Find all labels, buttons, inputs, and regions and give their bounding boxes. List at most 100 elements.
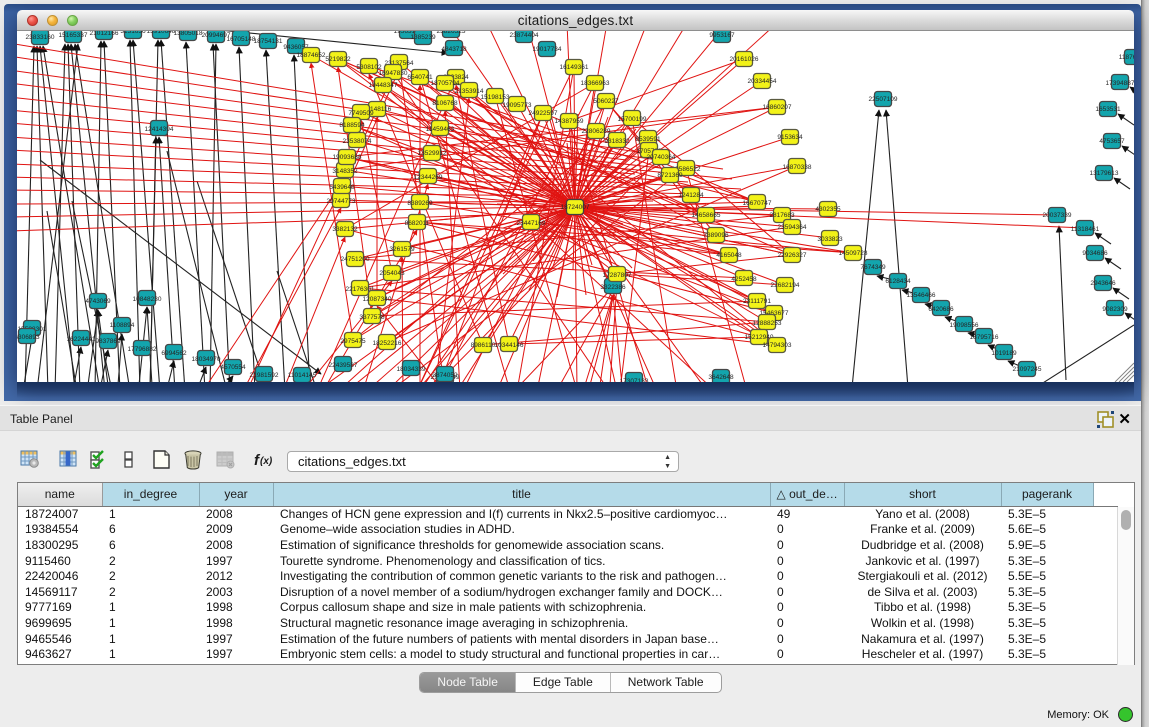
svg-text:12888253: 12888253 xyxy=(753,320,782,327)
svg-text:4843718: 4843718 xyxy=(441,46,467,53)
svg-text:22507109: 22507109 xyxy=(869,96,898,103)
svg-text:18034339: 18034339 xyxy=(397,366,426,373)
svg-text:17796882: 17796882 xyxy=(128,346,157,353)
svg-text:18366963: 18366963 xyxy=(581,80,610,87)
svg-text:4252458: 4252458 xyxy=(731,276,757,283)
svg-text:16224441: 16224441 xyxy=(67,336,96,343)
svg-text:18874652: 18874652 xyxy=(297,52,326,59)
svg-text:6994562: 6994562 xyxy=(161,350,187,357)
svg-text:3382132: 3382132 xyxy=(332,226,358,233)
svg-text:16670747: 16670747 xyxy=(743,200,772,207)
svg-text:23447169: 23447169 xyxy=(517,220,546,227)
svg-text:1385239: 1385239 xyxy=(410,34,436,41)
svg-text:2054043: 2054043 xyxy=(379,270,405,277)
svg-text:18795716: 18795716 xyxy=(970,334,999,341)
svg-text:18705794: 18705794 xyxy=(431,80,460,87)
svg-text:5439648: 5439648 xyxy=(329,184,355,191)
svg-text:21353914: 21353914 xyxy=(455,88,484,95)
svg-text:7389096: 7389096 xyxy=(703,232,729,239)
svg-text:1241284: 1241284 xyxy=(678,192,704,199)
svg-text:20161026: 20161026 xyxy=(730,56,759,63)
svg-text:9318332: 9318332 xyxy=(604,138,630,145)
svg-text:1653531: 1653531 xyxy=(1095,106,1121,113)
svg-text:21981592: 21981592 xyxy=(250,372,279,379)
svg-text:18724007: 18724007 xyxy=(561,204,590,211)
svg-text:9082309: 9082309 xyxy=(1102,306,1128,313)
svg-text:3377578: 3377578 xyxy=(359,314,385,321)
svg-text:10344146: 10344146 xyxy=(495,342,524,349)
svg-text:2975475: 2975475 xyxy=(340,338,366,345)
svg-text:22682194: 22682194 xyxy=(771,282,800,289)
svg-text:6540741: 6540741 xyxy=(407,74,433,81)
svg-text:(x): (x) xyxy=(260,456,273,467)
svg-text:21012166: 21012166 xyxy=(90,31,119,37)
svg-text:4753657: 4753657 xyxy=(1099,138,1125,145)
svg-text:9034686: 9034686 xyxy=(1082,250,1108,257)
svg-text:3322386: 3322386 xyxy=(600,284,626,291)
svg-text:8106768: 8106768 xyxy=(432,100,458,107)
svg-text:12414394: 12414394 xyxy=(145,126,174,133)
svg-text:8986110: 8986110 xyxy=(471,342,496,349)
svg-text:4302355: 4302355 xyxy=(815,206,841,213)
svg-text:16860207: 16860207 xyxy=(763,104,792,111)
svg-text:15198153: 15198153 xyxy=(481,94,510,101)
svg-text:8188594: 8188594 xyxy=(339,122,365,129)
svg-text:15700199: 15700199 xyxy=(618,116,647,123)
svg-text:14794303: 14794303 xyxy=(763,342,792,349)
svg-text:18252216: 18252216 xyxy=(373,340,402,347)
svg-text:24922597: 24922597 xyxy=(529,110,558,117)
svg-text:14387959: 14387959 xyxy=(555,118,584,125)
svg-text:10848230: 10848230 xyxy=(133,296,162,303)
svg-text:6128434: 6128434 xyxy=(885,278,911,285)
svg-text:13546466: 13546466 xyxy=(907,292,936,299)
svg-text:20037339: 20037339 xyxy=(1043,212,1072,219)
svg-text:11318461: 11318461 xyxy=(1071,226,1100,233)
svg-text:4570554: 4570554 xyxy=(220,364,246,371)
svg-text:1019189: 1019189 xyxy=(991,350,1017,357)
svg-text:11459463: 11459463 xyxy=(426,126,455,133)
svg-text:3874052: 3874052 xyxy=(432,372,458,379)
svg-text:6306893: 6306893 xyxy=(17,334,40,341)
svg-text:8389269: 8389269 xyxy=(407,200,433,207)
svg-text:19448347: 19448347 xyxy=(369,82,398,89)
svg-text:7674349: 7674349 xyxy=(860,264,886,271)
svg-text:8721369: 8721369 xyxy=(657,172,683,179)
svg-text:16870338: 16870338 xyxy=(783,164,812,171)
svg-text:22439587: 22439587 xyxy=(329,362,358,369)
svg-text:4743069: 4743069 xyxy=(85,298,111,305)
svg-text:1108894: 1108894 xyxy=(110,322,135,329)
svg-text:3642648: 3642648 xyxy=(708,374,734,381)
svg-text:13910648: 13910648 xyxy=(147,31,176,35)
svg-text:7749509: 7749509 xyxy=(348,110,374,117)
svg-text:23111791: 23111791 xyxy=(743,298,771,305)
svg-text:20740364: 20740364 xyxy=(647,154,676,161)
svg-text:20744773: 20744773 xyxy=(327,198,356,205)
svg-text:16149361: 16149361 xyxy=(560,64,589,71)
svg-text:11014145: 11014145 xyxy=(288,372,317,379)
svg-text:12087340: 12087340 xyxy=(363,296,392,303)
svg-text:15165337: 15165337 xyxy=(59,32,88,39)
svg-text:19017734: 19017734 xyxy=(533,46,562,53)
svg-text:2817683: 2817683 xyxy=(769,212,795,219)
svg-text:17287807: 17287807 xyxy=(603,272,632,279)
svg-text:21097245: 21097245 xyxy=(1013,366,1042,373)
svg-text:19098556: 19098556 xyxy=(950,322,979,329)
svg-text:19093688: 19093688 xyxy=(333,154,362,161)
svg-text:22806289: 22806289 xyxy=(582,128,611,135)
svg-text:13529912: 13529912 xyxy=(418,150,447,157)
svg-text:2943646: 2943646 xyxy=(1090,280,1116,287)
svg-text:5219822: 5219822 xyxy=(325,56,351,63)
svg-text:16705148: 16705148 xyxy=(227,36,256,43)
svg-text:23833160: 23833160 xyxy=(26,34,55,41)
svg-text:23874404: 23874404 xyxy=(510,32,539,39)
svg-text:8682011: 8682011 xyxy=(405,220,430,227)
svg-text:5060227: 5060227 xyxy=(593,98,619,105)
svg-text:20334454: 20334454 xyxy=(748,78,777,85)
svg-text:18034970: 18034970 xyxy=(192,356,221,363)
svg-text:23826523: 23826523 xyxy=(437,31,466,35)
svg-text:9837869: 9837869 xyxy=(95,338,121,345)
svg-text:4165048: 4165048 xyxy=(716,252,742,259)
svg-text:3033823: 3033823 xyxy=(817,236,843,243)
svg-text:23594364: 23594364 xyxy=(778,224,807,231)
svg-text:17394887: 17394887 xyxy=(1106,80,1134,87)
